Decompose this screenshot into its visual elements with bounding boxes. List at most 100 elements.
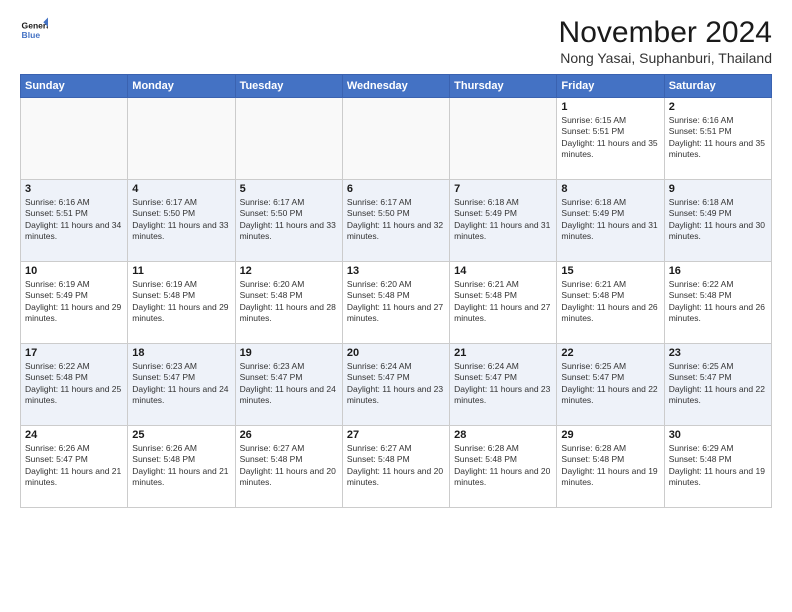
day-number: 23 xyxy=(669,347,767,359)
day-number: 22 xyxy=(561,347,659,359)
day-info: Sunrise: 6:27 AM Sunset: 5:48 PM Dayligh… xyxy=(240,443,338,489)
day-number: 8 xyxy=(561,183,659,195)
calendar-cell: 28 Sunrise: 6:28 AM Sunset: 5:48 PM Dayli… xyxy=(450,426,557,508)
day-info: Sunrise: 6:19 AM Sunset: 5:49 PM Dayligh… xyxy=(25,279,123,325)
calendar-cell: 21Sunrise: 6:24 AM Sunset: 5:47 PM Dayli… xyxy=(450,344,557,426)
calendar-cell: 19 Sunrise: 6:23 AM Sunset: 5:47 PM Dayli… xyxy=(235,344,342,426)
day-number: 18 xyxy=(132,347,230,359)
calendar-cell: 12 Sunrise: 6:20 AM Sunset: 5:48 PM Dayli… xyxy=(235,262,342,344)
day-info: Sunrise: 6:28 AM Sunset: 5:48 PM Dayligh… xyxy=(454,443,552,489)
calendar-cell: 17Sunrise: 6:22 AM Sunset: 5:48 PM Dayli… xyxy=(21,344,128,426)
day-info: Sunrise: 6:20 AM Sunset: 5:48 PM Dayligh… xyxy=(240,279,338,325)
day-info: Sunrise: 6:24 AM Sunset: 5:47 PM Dayligh… xyxy=(347,361,445,407)
calendar-cell: 23 Sunrise: 6:25 AM Sunset: 5:47 PM Dayli… xyxy=(664,344,771,426)
day-info: Sunrise: 6:22 AM Sunset: 5:48 PM Dayligh… xyxy=(669,279,767,325)
calendar-cell: 3Sunrise: 6:16 AM Sunset: 5:51 PM Daylig… xyxy=(21,180,128,262)
calendar-cell: 1Sunrise: 6:15 AM Sunset: 5:51 PM Daylig… xyxy=(557,98,664,180)
day-number: 7 xyxy=(454,183,552,195)
day-info: Sunrise: 6:23 AM Sunset: 5:47 PM Dayligh… xyxy=(240,361,338,407)
calendar-cell: 18 Sunrise: 6:23 AM Sunset: 5:47 PM Dayli… xyxy=(128,344,235,426)
calendar-week-row: 17Sunrise: 6:22 AM Sunset: 5:48 PM Dayli… xyxy=(21,344,772,426)
day-info: Sunrise: 6:21 AM Sunset: 5:48 PM Dayligh… xyxy=(561,279,659,325)
day-info: Sunrise: 6:26 AM Sunset: 5:47 PM Dayligh… xyxy=(25,443,123,489)
day-number: 30 xyxy=(669,429,767,441)
calendar-cell: 13 Sunrise: 6:20 AM Sunset: 5:48 PM Dayli… xyxy=(342,262,449,344)
day-number: 27 xyxy=(347,429,445,441)
day-header-sunday: Sunday xyxy=(21,75,128,98)
calendar-cell: 8Sunrise: 6:18 AM Sunset: 5:49 PM Daylig… xyxy=(557,180,664,262)
calendar-cell: 26 Sunrise: 6:27 AM Sunset: 5:48 PM Dayli… xyxy=(235,426,342,508)
day-number: 15 xyxy=(561,265,659,277)
calendar-cell: 4 Sunrise: 6:17 AM Sunset: 5:50 PM Daylig… xyxy=(128,180,235,262)
calendar-cell: 9Sunrise: 6:18 AM Sunset: 5:49 PM Daylig… xyxy=(664,180,771,262)
day-number: 4 xyxy=(132,183,230,195)
logo: General Blue xyxy=(20,16,48,44)
calendar-cell: 5Sunrise: 6:17 AM Sunset: 5:50 PM Daylig… xyxy=(235,180,342,262)
day-info: Sunrise: 6:17 AM Sunset: 5:50 PM Dayligh… xyxy=(347,197,445,243)
day-header-tuesday: Tuesday xyxy=(235,75,342,98)
day-info: Sunrise: 6:20 AM Sunset: 5:48 PM Dayligh… xyxy=(347,279,445,325)
day-number: 19 xyxy=(240,347,338,359)
day-info: Sunrise: 6:25 AM Sunset: 5:47 PM Dayligh… xyxy=(669,361,767,407)
day-number: 1 xyxy=(561,101,659,113)
svg-text:Blue: Blue xyxy=(22,30,41,40)
calendar-cell: 20 Sunrise: 6:24 AM Sunset: 5:47 PM Dayli… xyxy=(342,344,449,426)
day-number: 24 xyxy=(25,429,123,441)
calendar-cell xyxy=(342,98,449,180)
calendar-cell: 22 Sunrise: 6:25 AM Sunset: 5:47 PM Dayli… xyxy=(557,344,664,426)
day-info: Sunrise: 6:17 AM Sunset: 5:50 PM Dayligh… xyxy=(132,197,230,243)
day-info: Sunrise: 6:23 AM Sunset: 5:47 PM Dayligh… xyxy=(132,361,230,407)
calendar-week-row: 24 Sunrise: 6:26 AM Sunset: 5:47 PM Dayli… xyxy=(21,426,772,508)
day-number: 16 xyxy=(669,265,767,277)
day-info: Sunrise: 6:19 AM Sunset: 5:48 PM Dayligh… xyxy=(132,279,230,325)
day-info: Sunrise: 6:29 AM Sunset: 5:48 PM Dayligh… xyxy=(669,443,767,489)
day-number: 28 xyxy=(454,429,552,441)
day-info: Sunrise: 6:28 AM Sunset: 5:48 PM Dayligh… xyxy=(561,443,659,489)
calendar-cell: 14 Sunrise: 6:21 AM Sunset: 5:48 PM Dayli… xyxy=(450,262,557,344)
calendar-cell: 29 Sunrise: 6:28 AM Sunset: 5:48 PM Dayli… xyxy=(557,426,664,508)
day-number: 10 xyxy=(25,265,123,277)
day-header-friday: Friday xyxy=(557,75,664,98)
day-info: Sunrise: 6:18 AM Sunset: 5:49 PM Dayligh… xyxy=(454,197,552,243)
day-info: Sunrise: 6:16 AM Sunset: 5:51 PM Dayligh… xyxy=(25,197,123,243)
day-number: 25 xyxy=(132,429,230,441)
day-header-saturday: Saturday xyxy=(664,75,771,98)
calendar-cell xyxy=(450,98,557,180)
day-number: 14 xyxy=(454,265,552,277)
day-number: 11 xyxy=(132,265,230,277)
calendar-cell: 30 Sunrise: 6:29 AM Sunset: 5:48 PM Dayli… xyxy=(664,426,771,508)
calendar-cell xyxy=(128,98,235,180)
calendar-cell: 16 Sunrise: 6:22 AM Sunset: 5:48 PM Dayli… xyxy=(664,262,771,344)
title-block: November 2024 Nong Yasai, Suphanburi, Th… xyxy=(559,16,772,66)
day-number: 17 xyxy=(25,347,123,359)
day-number: 13 xyxy=(347,265,445,277)
calendar: SundayMondayTuesdayWednesdayThursdayFrid… xyxy=(20,74,772,508)
logo-icon: General Blue xyxy=(20,16,48,44)
day-info: Sunrise: 6:21 AM Sunset: 5:48 PM Dayligh… xyxy=(454,279,552,325)
day-info: Sunrise: 6:27 AM Sunset: 5:48 PM Dayligh… xyxy=(347,443,445,489)
calendar-cell xyxy=(21,98,128,180)
calendar-cell: 24 Sunrise: 6:26 AM Sunset: 5:47 PM Dayli… xyxy=(21,426,128,508)
day-number: 12 xyxy=(240,265,338,277)
month-title: November 2024 xyxy=(559,16,772,50)
day-number: 29 xyxy=(561,429,659,441)
day-number: 9 xyxy=(669,183,767,195)
day-info: Sunrise: 6:25 AM Sunset: 5:47 PM Dayligh… xyxy=(561,361,659,407)
day-info: Sunrise: 6:16 AM Sunset: 5:51 PM Dayligh… xyxy=(669,115,767,161)
day-number: 26 xyxy=(240,429,338,441)
calendar-cell: 11 Sunrise: 6:19 AM Sunset: 5:48 PM Dayli… xyxy=(128,262,235,344)
calendar-week-row: 1Sunrise: 6:15 AM Sunset: 5:51 PM Daylig… xyxy=(21,98,772,180)
day-header-thursday: Thursday xyxy=(450,75,557,98)
calendar-cell: 10 Sunrise: 6:19 AM Sunset: 5:49 PM Dayli… xyxy=(21,262,128,344)
day-number: 20 xyxy=(347,347,445,359)
day-header-wednesday: Wednesday xyxy=(342,75,449,98)
calendar-cell: 25Sunrise: 6:26 AM Sunset: 5:48 PM Dayli… xyxy=(128,426,235,508)
calendar-cell: 15 Sunrise: 6:21 AM Sunset: 5:48 PM Dayli… xyxy=(557,262,664,344)
calendar-cell: 2Sunrise: 6:16 AM Sunset: 5:51 PM Daylig… xyxy=(664,98,771,180)
calendar-cell: 7 Sunrise: 6:18 AM Sunset: 5:49 PM Daylig… xyxy=(450,180,557,262)
location: Nong Yasai, Suphanburi, Thailand xyxy=(559,50,772,66)
day-info: Sunrise: 6:17 AM Sunset: 5:50 PM Dayligh… xyxy=(240,197,338,243)
day-header-monday: Monday xyxy=(128,75,235,98)
calendar-header-row: SundayMondayTuesdayWednesdayThursdayFrid… xyxy=(21,75,772,98)
calendar-cell: 6Sunrise: 6:17 AM Sunset: 5:50 PM Daylig… xyxy=(342,180,449,262)
